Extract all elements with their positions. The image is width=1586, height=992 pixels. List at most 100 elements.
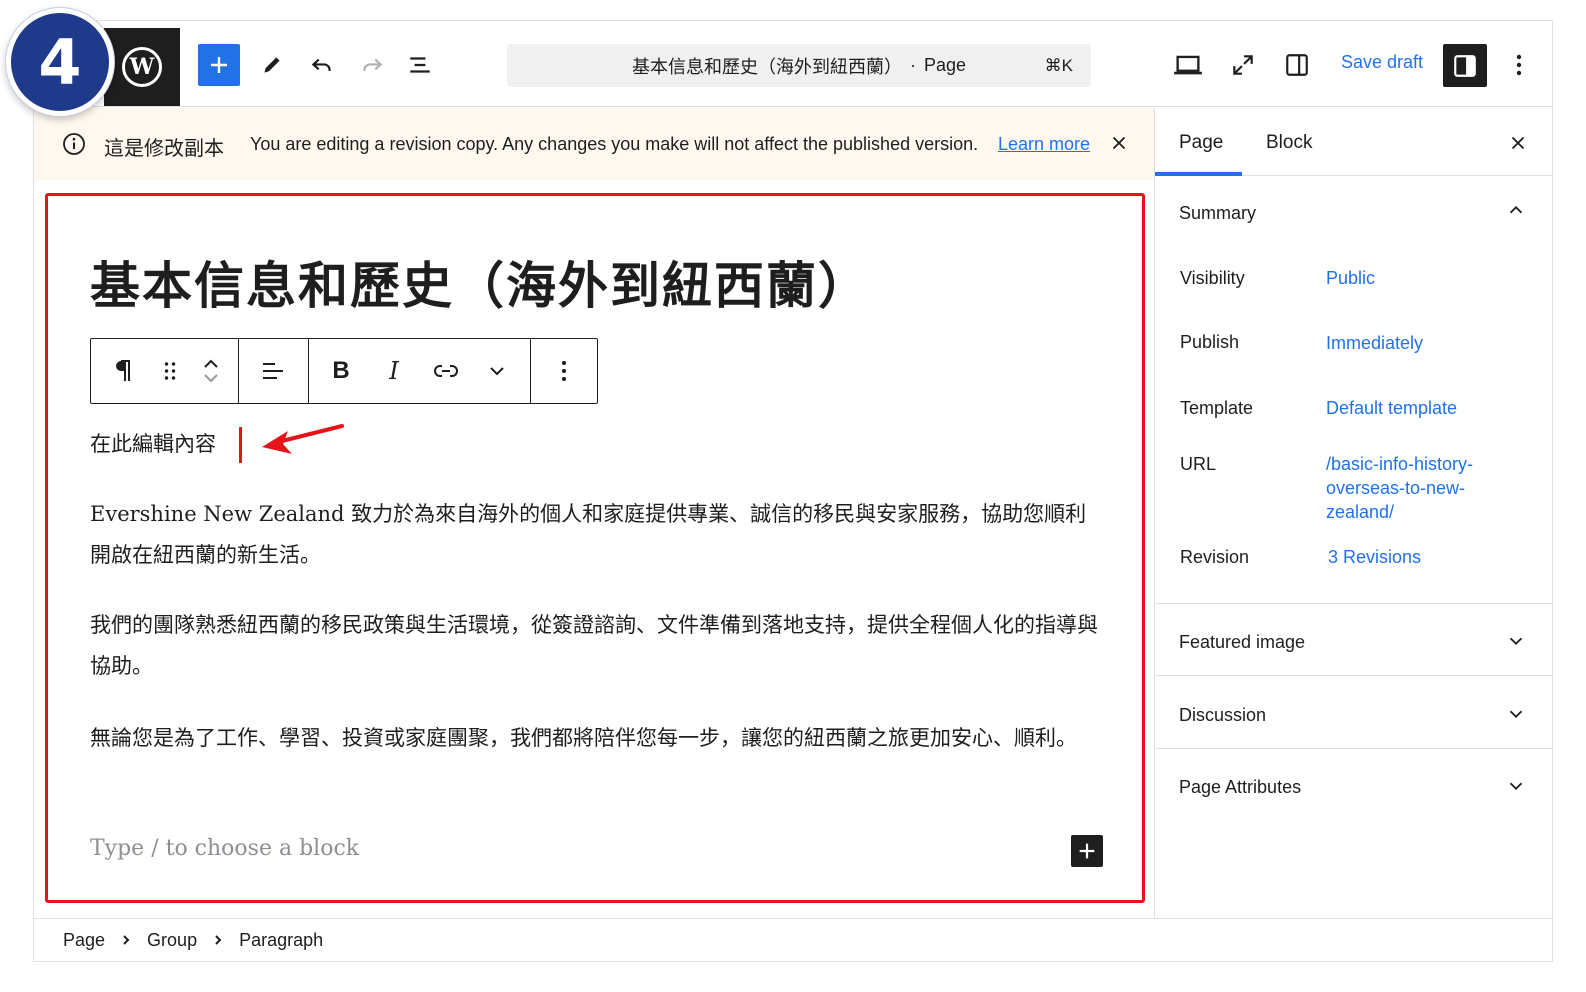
- document-bar[interactable]: 基本信息和歷史（海外到紐西蘭） · Page ⌘K: [507, 44, 1091, 87]
- sidebar-tabs: Page Block: [1155, 108, 1553, 176]
- block-placeholder[interactable]: Type / to choose a block: [90, 836, 359, 861]
- bold-button[interactable]: B: [309, 339, 373, 403]
- undo-button[interactable]: [304, 47, 340, 83]
- vertical-ellipsis-icon: [562, 361, 566, 381]
- link-icon: [434, 365, 458, 377]
- save-draft-button[interactable]: Save draft: [1341, 52, 1423, 73]
- url-label: URL: [1180, 454, 1217, 474]
- redo-button[interactable]: [354, 47, 390, 83]
- chevron-right-icon: [123, 935, 130, 945]
- url-value[interactable]: /basic-info-history-overseas-to-new-zeal…: [1326, 452, 1496, 524]
- text-cursor: [239, 427, 242, 463]
- chevron-right-icon: [215, 935, 222, 945]
- block-toolbar-group-transform: [91, 339, 239, 403]
- block-options-button[interactable]: [531, 339, 597, 403]
- chevron-down-icon[interactable]: [1505, 775, 1527, 797]
- revision-notice: 這是修改副本 You are editing a revision copy. …: [34, 108, 1154, 180]
- inline-add-block-button[interactable]: [1071, 835, 1103, 867]
- fullscreen-button[interactable]: [1225, 47, 1261, 83]
- italic-button[interactable]: I: [373, 339, 415, 403]
- options-menu-button[interactable]: [1506, 47, 1532, 83]
- tools-button[interactable]: [254, 47, 290, 83]
- plus-icon: [1079, 843, 1095, 859]
- document-overview-button[interactable]: [402, 47, 438, 83]
- undo-icon: [311, 58, 331, 71]
- notice-zh-label: 這是修改副本: [104, 136, 224, 160]
- settings-toggle-button[interactable]: [1443, 44, 1487, 87]
- template-value[interactable]: Default template: [1326, 396, 1457, 420]
- chevron-up-icon[interactable]: [201, 357, 221, 371]
- info-icon: [63, 133, 85, 155]
- settings-sidebar: Page Block Summary Visibility Public Pub…: [1154, 108, 1553, 918]
- wordpress-logo-button[interactable]: W: [104, 28, 180, 106]
- content-paragraph-3[interactable]: 無論您是為了工作、學習、投資或家庭團聚，我們都將陪伴您每一步，讓您的紐西蘭之旅更…: [90, 718, 1100, 759]
- notice-message: You are editing a revision copy. Any cha…: [250, 134, 979, 154]
- template-label: Template: [1180, 398, 1254, 418]
- active-tab-indicator: [1155, 172, 1242, 176]
- breadcrumb-page[interactable]: Page: [63, 930, 105, 951]
- pilcrow-icon: [116, 360, 130, 381]
- list-view-icon: [410, 57, 430, 73]
- notice-close-icon[interactable]: [1108, 132, 1130, 154]
- block-toolbar: B I: [90, 338, 598, 404]
- tab-page[interactable]: Page: [1179, 132, 1223, 154]
- paragraph-transform-button[interactable]: [91, 339, 155, 403]
- plus-icon: [211, 57, 227, 73]
- learn-more-link[interactable]: Learn more: [998, 134, 1090, 155]
- document-type: Page: [923, 55, 967, 75]
- chevron-up-icon[interactable]: [1505, 199, 1527, 221]
- block-breadcrumb: Page Group Paragraph: [34, 918, 1552, 961]
- laptop-icon: [1174, 55, 1202, 75]
- sidebar-panel-icon: [1286, 54, 1308, 76]
- tab-block[interactable]: Block: [1266, 132, 1312, 154]
- redo-icon: [363, 58, 383, 71]
- revision-value[interactable]: 3 Revisions: [1328, 545, 1421, 569]
- document-title: 基本信息和歷史（海外到紐西蘭）: [631, 56, 902, 77]
- visibility-value[interactable]: Public: [1326, 266, 1375, 290]
- chevron-down-icon: [490, 367, 504, 376]
- wordpress-logo-icon: W: [122, 47, 162, 87]
- panel-divider: [1155, 748, 1553, 749]
- content-paragraph-2[interactable]: 我們的團隊熟悉紐西蘭的移民政策與生活環境，從簽證諮詢、文件準備到落地支持，提供全…: [90, 605, 1100, 687]
- vertical-ellipsis-icon: [1516, 54, 1522, 76]
- more-formatting-button[interactable]: [477, 339, 517, 403]
- close-icon[interactable]: [1507, 132, 1529, 154]
- align-text-button[interactable]: [239, 339, 307, 403]
- preview-device-button[interactable]: [1170, 47, 1206, 83]
- drag-handle[interactable]: [155, 339, 185, 403]
- summary-panel-title[interactable]: Summary: [1179, 203, 1256, 224]
- document-title-separator: ·: [909, 55, 916, 75]
- annotation-arrow-icon: [262, 424, 344, 454]
- expand-icon: [1233, 55, 1253, 75]
- page-attributes-panel-title[interactable]: Page Attributes: [1179, 777, 1301, 798]
- drag-handle-icon: [164, 362, 176, 380]
- page-title[interactable]: 基本信息和歷史（海外到紐西蘭）: [90, 246, 870, 318]
- block-toolbar-group-align: [239, 339, 309, 403]
- publish-value[interactable]: Immediately: [1326, 331, 1423, 355]
- block-toolbar-group-options: [531, 339, 597, 403]
- panel-divider: [1155, 675, 1553, 676]
- pencil-icon: [264, 57, 280, 73]
- move-block-buttons[interactable]: [185, 339, 237, 403]
- chevron-down-icon[interactable]: [1505, 703, 1527, 725]
- settings-sidebar-icon: [1454, 54, 1476, 77]
- block-toolbar-group-format: B I: [309, 339, 531, 403]
- edit-content-paragraph[interactable]: 在此編輯內容: [90, 428, 216, 458]
- block-inspector-button[interactable]: [1279, 47, 1315, 83]
- visibility-label: Visibility: [1180, 268, 1245, 288]
- discussion-panel-title[interactable]: Discussion: [1179, 705, 1266, 726]
- align-left-icon: [263, 363, 283, 379]
- publish-label: Publish: [1180, 332, 1240, 352]
- step-number: 4: [38, 25, 82, 99]
- revision-label: Revision: [1180, 547, 1250, 567]
- link-button[interactable]: [415, 339, 477, 403]
- chevron-down-icon[interactable]: [1505, 630, 1527, 652]
- chevron-down-icon[interactable]: [201, 371, 221, 385]
- featured-image-panel-title[interactable]: Featured image: [1179, 632, 1305, 653]
- content-paragraph-1[interactable]: Evershine New Zealand 致力於為來自海外的個人和家庭提供專業…: [90, 494, 1100, 576]
- breadcrumb-group[interactable]: Group: [147, 930, 197, 951]
- add-block-button[interactable]: [198, 44, 240, 86]
- step-badge: 4: [6, 8, 114, 116]
- command-shortcut: ⌘K: [1044, 55, 1073, 75]
- panel-divider: [1155, 603, 1553, 604]
